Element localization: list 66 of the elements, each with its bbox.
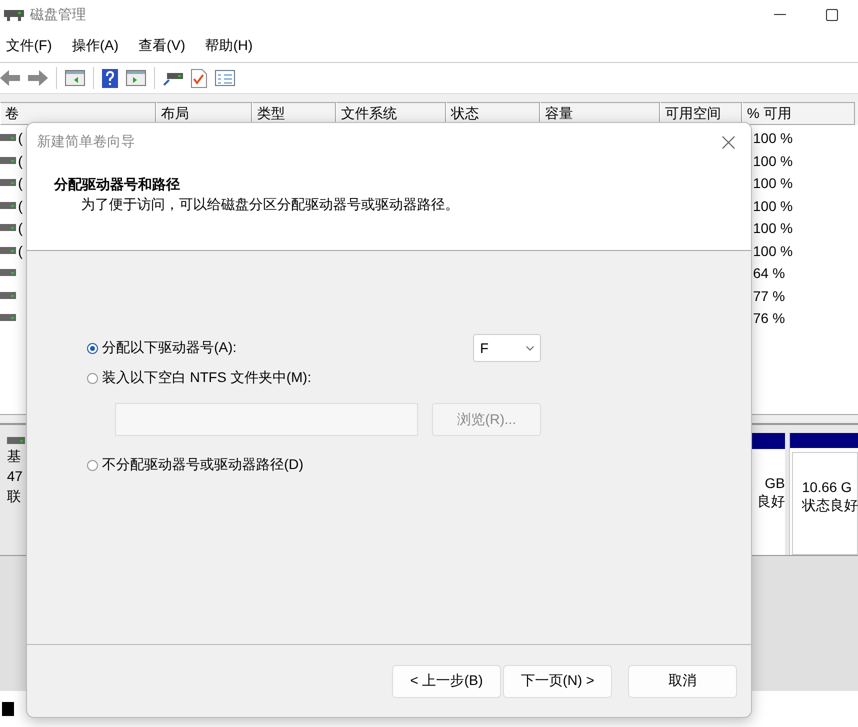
disk-drive-icon — [0, 202, 16, 210]
table-cell-text: 100 % — [753, 130, 794, 146]
partition-block[interactable]: 10.66 G 状态良好 — [789, 433, 858, 555]
dialog-button[interactable]: < 上一步(B) — [392, 664, 501, 698]
help-icon[interactable] — [102, 68, 118, 88]
table-cell-text: 77 % — [753, 288, 786, 304]
partition-header-bar — [749, 433, 785, 449]
maximize-icon[interactable] — [826, 9, 838, 21]
menu-item[interactable]: 帮助(H) — [205, 37, 253, 55]
table-cell-text: 100 % — [753, 242, 794, 259]
partition-text: GB — [764, 475, 785, 491]
table-cell-text: 100 % — [753, 220, 794, 236]
disk-drive-icon — [4, 8, 24, 22]
table-cell: ( — [18, 242, 23, 259]
minimize-icon[interactable] — [774, 14, 786, 16]
list-window-icon[interactable] — [215, 70, 235, 86]
menu-item[interactable]: 操作(A) — [72, 37, 119, 55]
radio-option[interactable]: 分配以下驱动器号(A): — [87, 339, 237, 357]
radio-button[interactable] — [87, 342, 98, 354]
disk-label: 联 — [7, 487, 22, 505]
partition-text: 10.66 G — [802, 479, 852, 495]
chevron-icon — [526, 346, 534, 350]
dialog-button[interactable]: 下一页(N) > — [503, 664, 612, 698]
table-cell-text: 100 % — [753, 152, 794, 169]
back-arrow-icon[interactable] — [0, 70, 20, 86]
dialog-button[interactable]: 取消 — [628, 664, 737, 698]
disk-label: 47 — [7, 467, 24, 485]
disk-drive-icon — [7, 437, 25, 445]
disk-drive-icon — [0, 292, 16, 300]
panel-icon[interactable] — [65, 70, 85, 86]
table-cell: ( — [18, 152, 23, 169]
menu-item[interactable]: 查看(V) — [138, 37, 186, 55]
disk-drive-icon — [0, 156, 16, 165]
table-cell: ( — [18, 198, 23, 214]
forward-arrow-icon[interactable] — [28, 70, 48, 86]
page-description: 为了便于访问，可以给磁盘分区分配驱动器号或驱动器路径。 — [81, 196, 460, 214]
partition-header-bar — [790, 433, 858, 448]
table-cell-text: 100 % — [753, 198, 794, 214]
disk-drive-icon — [0, 314, 16, 322]
table-cell: ( — [18, 175, 23, 192]
table-cell-text: 64 % — [753, 265, 786, 282]
disk-drive-icon — [0, 179, 16, 188]
table-cell-text: 76 % — [753, 310, 786, 326]
disk-drive-icon — [0, 134, 16, 142]
disk-drive-icon — [0, 224, 16, 232]
table-cell: ( — [18, 220, 23, 236]
partition-text: 状态良好 — [802, 497, 858, 515]
radio-button[interactable] — [87, 460, 98, 470]
disk-drive-icon — [0, 269, 16, 278]
disk-drive-icon — [0, 246, 16, 255]
close-icon[interactable] — [722, 136, 735, 148]
radio-option[interactable]: 不分配驱动器号或驱动器路径(D) — [87, 456, 304, 474]
column-header[interactable]: % 可用 — [742, 102, 855, 125]
table-cell-text: 100 % — [753, 175, 794, 192]
page-heading: 分配驱动器号和路径 — [54, 176, 181, 194]
menu-item[interactable]: 文件(F) — [6, 37, 52, 55]
checklist-icon[interactable] — [191, 68, 207, 88]
disk-search-icon[interactable] — [163, 70, 183, 86]
partition-text: 良好 — [757, 493, 785, 511]
disk-label: 基 — [7, 447, 22, 465]
table-cell: ( — [18, 130, 23, 146]
dialog-title: 新建简单卷向导 — [37, 133, 135, 151]
window-title: 磁盘管理 — [30, 6, 86, 24]
legend-swatch — [2, 702, 14, 716]
panel-icon[interactable] — [126, 70, 146, 86]
drive-letter-dropdown[interactable]: F — [473, 334, 541, 362]
